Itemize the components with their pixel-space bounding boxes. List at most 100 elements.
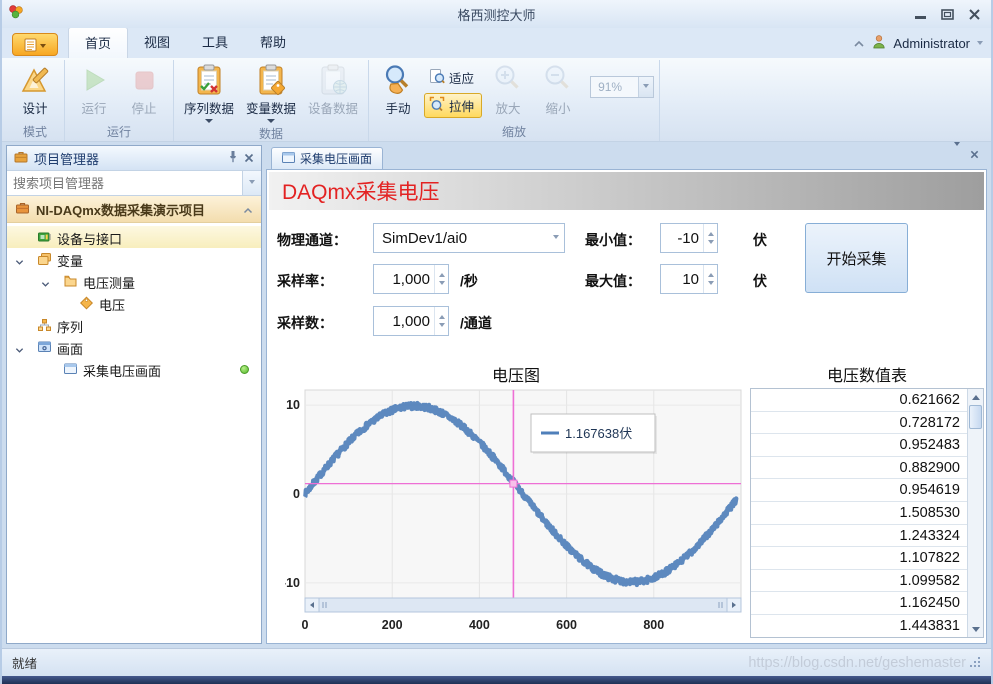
resize-grip[interactable] xyxy=(971,658,981,668)
chevron-down-icon[interactable] xyxy=(267,119,275,127)
table-row-1[interactable]: 0.728172 xyxy=(751,412,967,435)
table-row-4[interactable]: 0.954619 xyxy=(751,479,967,502)
window-bottom-edge xyxy=(2,676,991,684)
stop-button[interactable]: 停止 xyxy=(120,60,168,117)
rate-value: 1,000 xyxy=(374,265,434,293)
table-row-10[interactable]: 1.443831 xyxy=(751,615,967,637)
tree-item-0[interactable]: 设备与接口 xyxy=(7,226,261,248)
tree-item-label: 电压测量 xyxy=(83,273,135,292)
menu-tab-0[interactable]: 首页 xyxy=(68,27,128,58)
spinner-arrows[interactable] xyxy=(703,265,717,293)
zoom-in-button[interactable]: 放大 xyxy=(484,60,532,117)
variable-data-button[interactable]: 变量数据 xyxy=(241,60,301,127)
y-tick-label: 0 xyxy=(293,487,300,501)
cursor-marker xyxy=(510,480,517,487)
tree-item-1[interactable]: 变量 xyxy=(7,248,261,270)
group-label-zoom: 缩放 xyxy=(374,125,654,141)
application-menu-button[interactable] xyxy=(12,33,58,56)
chart-title: 电压图 xyxy=(285,362,747,386)
scroll-thumb[interactable] xyxy=(969,405,982,429)
table-row-0[interactable]: 0.621662 xyxy=(751,389,967,412)
tree-item-6[interactable]: 采集电压画面 xyxy=(7,358,261,380)
collapse-ribbon-icon[interactable] xyxy=(853,36,865,51)
close-button[interactable] xyxy=(968,9,981,20)
device-data-button[interactable]: 设备数据 xyxy=(303,60,363,117)
ribbon-group-mode: 设计 模式 xyxy=(6,60,65,141)
tree-item-3[interactable]: 电压 xyxy=(7,292,261,314)
chevron-expanded-icon[interactable] xyxy=(15,342,24,357)
tree-item-label: 电压 xyxy=(99,295,125,314)
project-tree: 设备与接口变量电压测量电压序列画面采集电压画面 xyxy=(7,223,261,643)
table-row-9[interactable]: 1.162450 xyxy=(751,592,967,615)
chevron-down-icon[interactable] xyxy=(205,119,213,127)
table-row-6[interactable]: 1.243324 xyxy=(751,525,967,548)
screen-page-icon xyxy=(63,362,78,379)
zoom-level-dropdown-button[interactable] xyxy=(638,77,653,97)
table-scrollbar[interactable] xyxy=(967,389,983,637)
app-window: 格西测控大师 首页视图工具帮助 Administrator xyxy=(0,0,993,684)
sequence-data-button[interactable]: 序列数据 xyxy=(179,60,239,127)
channel-combobox[interactable]: SimDev1/ai0 xyxy=(373,223,565,253)
table-row-3[interactable]: 0.882900 xyxy=(751,457,967,480)
scroll-up-button[interactable] xyxy=(968,389,983,404)
minimize-button[interactable] xyxy=(914,9,927,20)
menu-tab-3[interactable]: 帮助 xyxy=(244,27,302,58)
search-dropdown-button[interactable] xyxy=(242,171,261,195)
chevron-expanded-icon[interactable] xyxy=(15,254,24,269)
start-acquisition-button[interactable]: 开始采集 xyxy=(805,223,908,293)
channel-dropdown-button[interactable] xyxy=(548,224,564,252)
document-icon xyxy=(24,38,37,52)
zoom-out-button[interactable]: 缩小 xyxy=(534,60,582,117)
run-button[interactable]: 运行 xyxy=(70,60,118,117)
cursor-tooltip: 1.167638伏 xyxy=(531,414,657,454)
sequence-data-icon xyxy=(192,63,226,97)
search-input[interactable] xyxy=(7,171,242,195)
max-spinner[interactable]: 10 xyxy=(660,264,718,294)
close-document-icon[interactable] xyxy=(970,146,979,164)
design-button[interactable]: 设计 xyxy=(11,60,59,117)
document-tabrow: 采集电压画面 xyxy=(266,145,987,169)
collapse-node-icon[interactable] xyxy=(243,202,253,217)
zoom-out-icon xyxy=(541,63,575,97)
stretch-zoom-icon xyxy=(429,96,445,115)
channel-value: SimDev1/ai0 xyxy=(374,224,548,252)
manual-zoom-button[interactable]: 手动 xyxy=(374,60,422,117)
channel-label: 物理通道： xyxy=(277,230,347,250)
document-tab[interactable]: 采集电压画面 xyxy=(271,147,383,169)
tree-item-2[interactable]: 电压测量 xyxy=(7,270,261,292)
table-row-2[interactable]: 0.952483 xyxy=(751,434,967,457)
menu-tab-1[interactable]: 视图 xyxy=(128,27,186,58)
table-row-5[interactable]: 1.508530 xyxy=(751,502,967,525)
scroll-down-button[interactable] xyxy=(968,622,983,637)
spinner-arrows[interactable] xyxy=(703,224,717,252)
x-tick-label: 400 xyxy=(469,618,490,632)
zoom-level-combobox[interactable]: 91% xyxy=(590,76,654,98)
tab-list-dropdown-icon[interactable] xyxy=(954,146,960,164)
spinner-arrows[interactable] xyxy=(434,307,448,335)
voltage-chart[interactable]: 0200400600800-100101.167638伏 xyxy=(285,386,747,640)
menu-tab-2[interactable]: 工具 xyxy=(186,27,244,58)
running-status-dot xyxy=(240,365,249,374)
project-root-node[interactable]: NI-DAQmx数据采集演示项目 xyxy=(7,196,261,223)
min-spinner[interactable]: -10 xyxy=(660,223,718,253)
watermark-text: https://blog.csdn.net/geshemaster xyxy=(748,655,966,671)
spinner-arrows[interactable] xyxy=(434,265,448,293)
table-row-8[interactable]: 1.099582 xyxy=(751,570,967,593)
zoom-in-icon xyxy=(491,63,525,97)
user-name[interactable]: Administrator xyxy=(893,36,970,51)
pin-icon[interactable] xyxy=(228,150,238,166)
tree-item-4[interactable]: 序列 xyxy=(7,314,261,336)
stretch-zoom-button[interactable]: 拉伸 xyxy=(424,93,482,118)
user-menu-arrow-icon[interactable] xyxy=(977,41,983,48)
table-row-7[interactable]: 1.107822 xyxy=(751,547,967,570)
tree-item-5[interactable]: 画面 xyxy=(7,336,261,358)
min-label: 最小值： xyxy=(585,230,641,250)
folder-icon xyxy=(63,274,78,291)
close-panel-icon[interactable] xyxy=(244,151,254,166)
x-tick-label: 800 xyxy=(643,618,664,632)
chevron-expanded-icon[interactable] xyxy=(41,276,50,291)
rate-spinner[interactable]: 1,000 xyxy=(373,264,449,294)
maximize-button[interactable] xyxy=(941,9,954,20)
samples-spinner[interactable]: 1,000 xyxy=(373,306,449,336)
fit-zoom-button[interactable]: 适应 xyxy=(424,65,482,90)
